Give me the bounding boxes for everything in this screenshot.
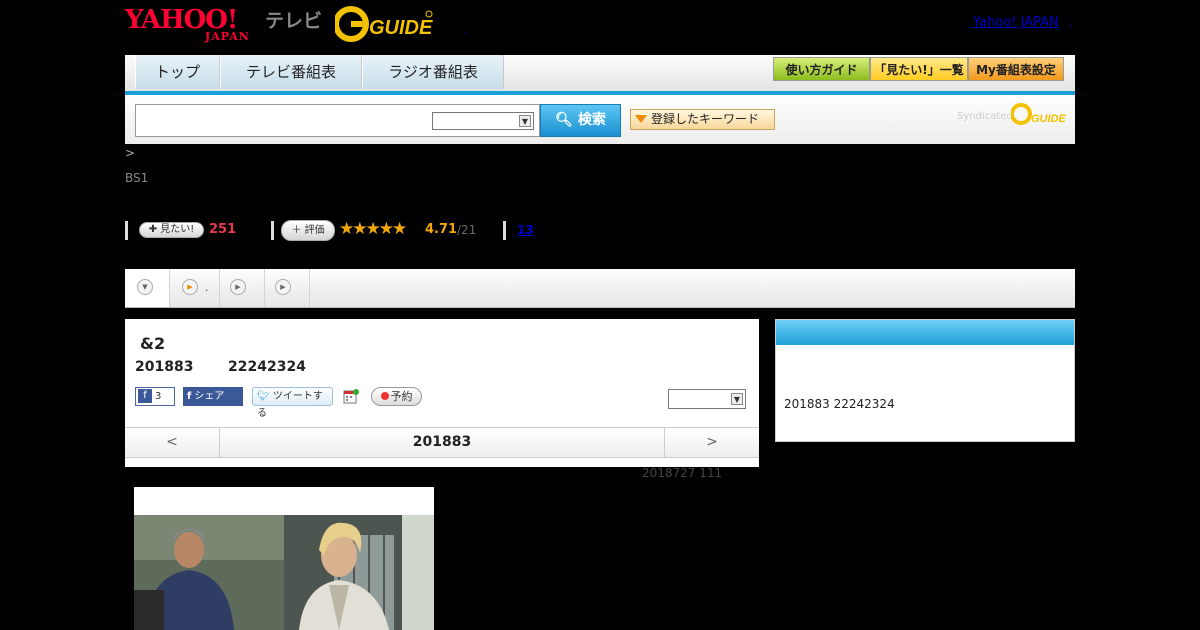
side-panel-schedule: 201883 22242324: [784, 397, 895, 411]
program-stats: ✚ 見たい! 251 ＋ 評価 ★★★★★ 4.71 /21 13: [125, 219, 625, 242]
saved-keywords-button[interactable]: 登録したキーワード: [630, 109, 775, 130]
next-day-button[interactable]: >: [664, 428, 759, 457]
tab-4[interactable]: ▶: [265, 269, 310, 307]
current-date: 201883: [412, 434, 472, 450]
nav-tab-top[interactable]: トップ: [135, 55, 220, 89]
chevron-down-icon: ▼: [731, 393, 743, 405]
saved-keywords-label: 登録したキーワード: [651, 112, 760, 126]
tab-3[interactable]: ▶: [220, 269, 265, 307]
want-to-watch-list-button[interactable]: 「見たい!」一覧: [870, 57, 968, 81]
twitter-bird-icon: 🐦︎: [257, 391, 270, 402]
facebook-icon: f: [138, 389, 152, 403]
rating-value: 4.71: [425, 222, 458, 237]
content-tabs: ▼ ▶ . ▶ ▶: [125, 269, 1075, 308]
search-bar: ▼ 🔍︎ 検索 登録したキーワード Syndicated GUIDE: [125, 95, 1075, 144]
record-icon: [380, 392, 389, 400]
plus-icon: ＋: [291, 225, 302, 236]
prev-day-button[interactable]: <: [125, 428, 220, 457]
main-nav: トップ テレビ番組表 ラジオ番組表 使い方ガイド 「見たい!」一覧 My番組表設…: [125, 55, 1075, 95]
header-dot: .: [463, 25, 467, 36]
play-icon: ▶: [275, 279, 291, 295]
divider: [271, 221, 274, 240]
nav-tab-tv-listings[interactable]: テレビ番組表: [220, 55, 362, 89]
star-rating-icon: ★★★★★: [339, 219, 407, 239]
divider: [503, 221, 506, 240]
usage-guide-button[interactable]: 使い方ガイド: [773, 57, 870, 81]
program-time: 22242324: [228, 359, 306, 375]
channel-name: BS1: [125, 171, 149, 185]
rate-button[interactable]: ＋ 評価: [281, 220, 335, 241]
program-select[interactable]: ▼: [668, 389, 746, 409]
facebook-like-count: 3: [155, 391, 162, 402]
want-to-watch-count: 251: [209, 222, 237, 237]
search-button[interactable]: 🔍︎ 検索: [540, 104, 621, 137]
gguide-small-logo: GUIDE: [1011, 103, 1067, 125]
facebook-icon: f: [187, 391, 192, 402]
chevron-down-icon: ▼: [137, 279, 153, 295]
header-comma: ,: [1070, 17, 1074, 28]
site-header: YAHOO! JAPAN テレビ GUIDE . Yahoo! JAPAN ,: [125, 0, 1075, 50]
plus-icon: ✚: [148, 224, 158, 235]
chevron-down-icon: ▼: [519, 115, 531, 127]
updated-timestamp: 2018727 111: [642, 466, 723, 480]
tab-2-label: .: [205, 281, 209, 294]
program-photo: [134, 515, 434, 630]
facebook-share-label: シェア: [194, 391, 225, 402]
search-button-label: 検索: [577, 112, 606, 128]
calendar-add-icon[interactable]: [343, 388, 359, 404]
syndicated-label: Syndicated: [957, 111, 1013, 122]
record-reserve-button[interactable]: 予約: [371, 387, 422, 406]
want-to-watch-button[interactable]: ✚ 見たい!: [139, 222, 204, 238]
rating-count: /21: [457, 223, 477, 237]
date-navigation: < 201883 >: [125, 427, 759, 458]
program-title: &2: [140, 334, 166, 353]
yahoo-japan-logo[interactable]: YAHOO! JAPAN: [125, 6, 261, 43]
tab-2[interactable]: ▶ .: [170, 269, 220, 307]
yahoo-logo-sub: JAPAN: [205, 30, 250, 43]
facebook-share-button[interactable]: f シェア: [183, 387, 243, 406]
reserve-label: 予約: [390, 390, 413, 403]
side-panel-header: [776, 320, 1074, 345]
tweet-button[interactable]: 🐦︎ ツイートする: [252, 387, 333, 419]
divider: [125, 221, 128, 240]
my-tv-settings-button[interactable]: My番組表設定: [968, 57, 1064, 81]
play-icon: ▶: [230, 279, 246, 295]
gguide-logo[interactable]: GUIDE: [335, 6, 435, 42]
side-panel: 201883 22242324: [775, 319, 1075, 442]
program-photo-frame: [134, 487, 434, 630]
search-icon: 🔍︎: [555, 112, 573, 128]
program-card: &2 201883 22242324 f3 f シェア 🐦︎ ツイートする 予約 …: [125, 319, 759, 467]
gguide-small-text: GUIDE: [1031, 113, 1067, 125]
play-icon: ▶: [182, 279, 198, 295]
facebook-like-button[interactable]: f3: [135, 387, 175, 406]
tab-overview[interactable]: ▼: [125, 269, 170, 307]
search-genre-select[interactable]: ▼: [432, 112, 534, 130]
comment-count-link[interactable]: 13: [517, 223, 534, 237]
want-to-watch-label: 見たい!: [160, 224, 195, 235]
svg-text:GUIDE: GUIDE: [369, 17, 433, 39]
breadcrumb[interactable]: >: [125, 146, 135, 160]
tv-label[interactable]: テレビ: [265, 6, 322, 33]
rate-label: 評価: [304, 225, 325, 236]
yahoo-japan-link[interactable]: Yahoo! JAPAN: [973, 15, 1059, 30]
triangle-down-icon: [635, 115, 647, 123]
nav-tab-radio-listings[interactable]: ラジオ番組表: [362, 55, 504, 89]
program-date: 201883: [135, 359, 194, 375]
